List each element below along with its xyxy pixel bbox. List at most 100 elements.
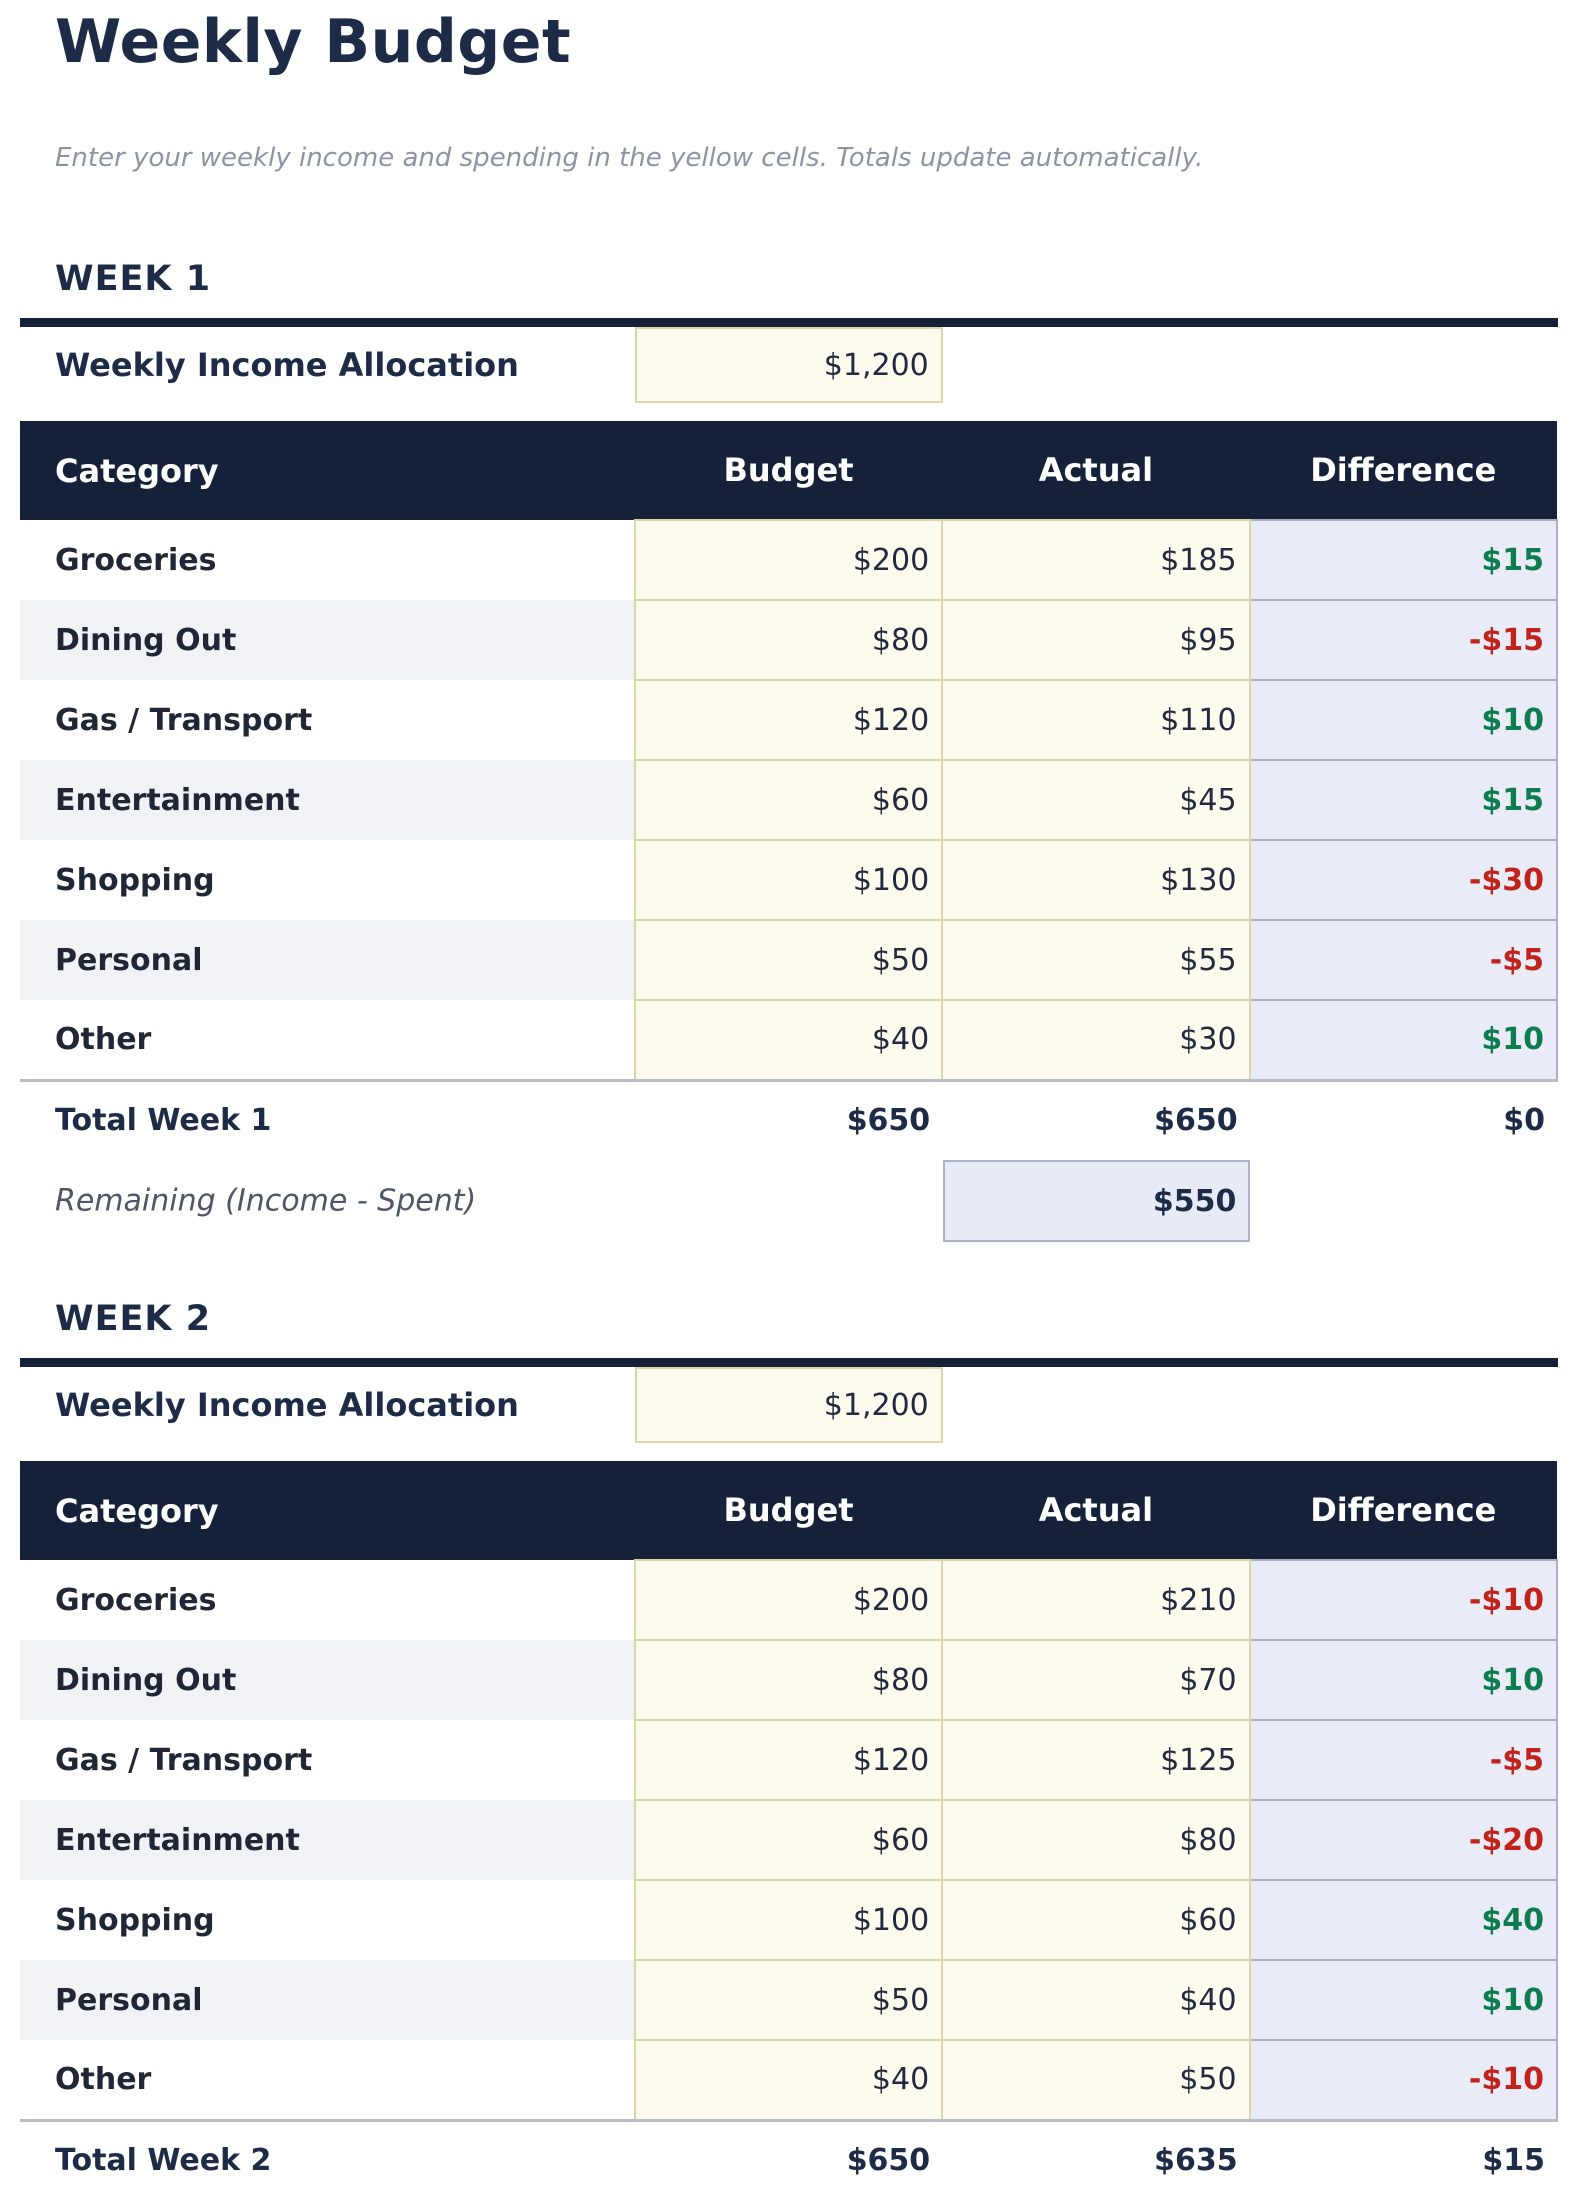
table-row: Other $40 $50 -$10 (20, 2039, 1559, 2122)
category-cell: Dining Out (55, 622, 237, 658)
remaining-row: Remaining (Income - Spent) $550 (20, 1160, 1558, 1243)
category-cell: Entertainment (55, 1822, 300, 1858)
budget-table: Category Budget Actual Difference Grocer… (20, 421, 1559, 1161)
actual-input-cell[interactable]: $70 (941, 1639, 1251, 1722)
week-section-1: WEEK 1 Weekly Income Allocation $1,200 C… (20, 258, 1559, 1243)
difference-cell: $15 (1248, 759, 1559, 842)
difference-cell: -$10 (1248, 1559, 1559, 1642)
table-header-row: Category Budget Actual Difference (20, 421, 1557, 521)
remaining-label: Remaining (Income - Spent) (55, 1183, 477, 1219)
table-row: Groceries $200 $185 $15 (20, 519, 1559, 602)
actual-input-cell[interactable]: $45 (941, 759, 1251, 842)
actual-input-cell[interactable]: $210 (941, 1559, 1251, 1642)
total-row: Total Week 1 $650 $650 $0 (20, 1078, 1557, 1161)
remaining-value-cell: $550 (942, 1160, 1251, 1243)
total-row: Total Week 2 $650 $635 $15 (20, 2118, 1557, 2201)
budget-input-cell[interactable]: $40 (633, 999, 944, 1082)
col-header-actual: Actual (942, 1461, 1250, 1561)
category-cell: Shopping (55, 1902, 215, 1938)
budget-input-cell[interactable]: $60 (633, 1799, 944, 1882)
actual-input-cell[interactable]: $130 (941, 839, 1251, 922)
difference-cell: $15 (1248, 519, 1559, 602)
category-cell: Personal (55, 1982, 203, 2018)
total-budget-value: $650 (634, 1078, 943, 1161)
category-cell: Personal (55, 942, 203, 978)
col-header-category: Category (20, 1461, 635, 1561)
difference-cell: $10 (1248, 999, 1559, 1082)
actual-input-cell[interactable]: $40 (941, 1959, 1251, 2042)
difference-cell: $10 (1248, 1959, 1559, 2042)
weeks-container: WEEK 1 Weekly Income Allocation $1,200 C… (20, 258, 1559, 2201)
col-header-budget: Budget (634, 421, 943, 521)
table-row: Dining Out $80 $70 $10 (20, 1639, 1559, 1722)
table-row: Entertainment $60 $80 -$20 (20, 1799, 1559, 1882)
budget-input-cell[interactable]: $40 (633, 2039, 944, 2122)
budget-input-cell[interactable]: $120 (633, 679, 944, 762)
col-header-budget: Budget (634, 1461, 943, 1561)
budget-input-cell[interactable]: $200 (633, 1559, 944, 1642)
total-difference-value: $0 (1249, 1078, 1557, 1161)
income-input-cell[interactable]: $1,200 (635, 327, 943, 404)
table-row: Entertainment $60 $45 $15 (20, 759, 1559, 842)
difference-cell: -$20 (1248, 1799, 1559, 1882)
actual-input-cell[interactable]: $30 (941, 999, 1251, 1082)
table-row: Groceries $200 $210 -$10 (20, 1559, 1559, 1642)
budget-input-cell[interactable]: $200 (633, 519, 944, 602)
budget-input-cell[interactable]: $100 (633, 1879, 944, 1962)
category-cell: Gas / Transport (55, 702, 313, 738)
income-input-cell[interactable]: $1,200 (635, 1367, 943, 1444)
page-subtitle: Enter your weekly income and spending in… (55, 143, 1204, 173)
difference-cell: $40 (1248, 1879, 1559, 1962)
budget-input-cell[interactable]: $50 (633, 1959, 944, 2042)
col-header-difference: Difference (1249, 1461, 1557, 1561)
budget-input-cell[interactable]: $50 (633, 919, 944, 1002)
income-row: Weekly Income Allocation $1,200 (20, 327, 1558, 404)
table-row: Dining Out $80 $95 -$15 (20, 599, 1559, 682)
difference-cell: -$15 (1248, 599, 1559, 682)
difference-cell: -$5 (1248, 1719, 1559, 1802)
week-section-2: WEEK 2 Weekly Income Allocation $1,200 C… (20, 1298, 1559, 2201)
total-actual-value: $635 (942, 2118, 1250, 2201)
table-row: Shopping $100 $60 $40 (20, 1879, 1559, 1962)
difference-cell: $10 (1248, 679, 1559, 762)
col-header-category: Category (20, 421, 635, 521)
category-cell: Other (55, 2061, 152, 2097)
difference-cell: -$30 (1248, 839, 1559, 922)
income-label: Weekly Income Allocation (55, 346, 519, 385)
section-divider-bar (20, 1358, 1558, 1368)
budget-input-cell[interactable]: $80 (633, 1639, 944, 1722)
actual-input-cell[interactable]: $185 (941, 519, 1251, 602)
category-cell: Shopping (55, 862, 215, 898)
total-actual-value: $650 (942, 1078, 1250, 1161)
category-cell: Gas / Transport (55, 1742, 313, 1778)
actual-input-cell[interactable]: $125 (941, 1719, 1251, 1802)
actual-input-cell[interactable]: $80 (941, 1799, 1251, 1882)
table-row: Gas / Transport $120 $125 -$5 (20, 1719, 1559, 1802)
difference-cell: -$10 (1248, 2039, 1559, 2122)
week-heading: WEEK 2 (55, 1299, 212, 1340)
total-label: Total Week 1 (20, 1078, 635, 1161)
actual-input-cell[interactable]: $110 (941, 679, 1251, 762)
table-header-row: Category Budget Actual Difference (20, 1461, 1557, 1561)
budget-table: Category Budget Actual Difference Grocer… (20, 1461, 1559, 2201)
week-heading: WEEK 1 (55, 259, 212, 300)
total-label: Total Week 2 (20, 2118, 635, 2201)
col-header-actual: Actual (942, 421, 1250, 521)
total-budget-value: $650 (634, 2118, 943, 2201)
category-cell: Groceries (55, 542, 217, 578)
actual-input-cell[interactable]: $50 (941, 2039, 1251, 2122)
table-row: Shopping $100 $130 -$30 (20, 839, 1559, 922)
table-row: Other $40 $30 $10 (20, 999, 1559, 1082)
budget-input-cell[interactable]: $60 (633, 759, 944, 842)
budget-input-cell[interactable]: $80 (633, 599, 944, 682)
actual-input-cell[interactable]: $55 (941, 919, 1251, 1002)
actual-input-cell[interactable]: $60 (941, 1879, 1251, 1962)
total-difference-value: $15 (1249, 2118, 1557, 2201)
income-label: Weekly Income Allocation (55, 1386, 519, 1425)
budget-input-cell[interactable]: $120 (633, 1719, 944, 1802)
table-row: Personal $50 $55 -$5 (20, 919, 1559, 1002)
budget-input-cell[interactable]: $100 (633, 839, 944, 922)
actual-input-cell[interactable]: $95 (941, 599, 1251, 682)
col-header-difference: Difference (1249, 421, 1557, 521)
income-row: Weekly Income Allocation $1,200 (20, 1367, 1558, 1444)
